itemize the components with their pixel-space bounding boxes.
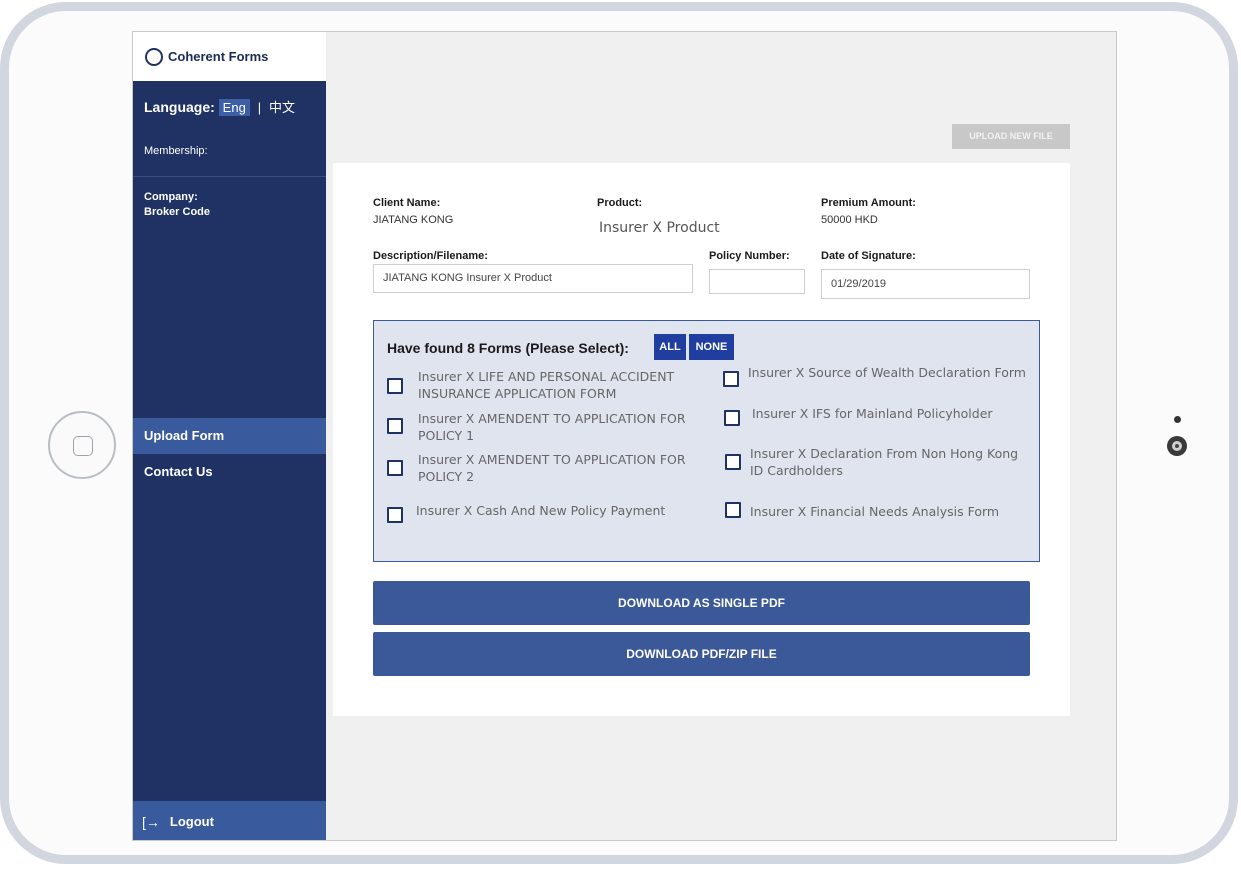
company-info: Company: Broker Code xyxy=(133,177,326,220)
select-all-button[interactable]: ALL xyxy=(654,334,686,360)
form-label-5: Insurer X AMENDENT TO APPLICATION FOR PO… xyxy=(418,452,686,484)
form-checkbox-7[interactable] xyxy=(387,507,403,523)
download-pdf-zip-button[interactable]: DOWNLOAD PDF/ZIP FILE xyxy=(373,632,1030,676)
description-label: Description/Filename: xyxy=(373,250,488,262)
app-screen: Coherent Forms Language: Eng | 中文 Member… xyxy=(132,31,1117,841)
sidebar-item-contact-us[interactable]: Contact Us xyxy=(133,454,326,490)
download-single-pdf-button[interactable]: DOWNLOAD AS SINGLE PDF xyxy=(373,581,1030,625)
form-checkbox-1[interactable] xyxy=(387,378,403,394)
sidebar-nav: Upload Form Contact Us xyxy=(133,418,326,490)
select-none-button[interactable]: NONE xyxy=(689,334,734,360)
upload-new-file-button[interactable]: UPLOAD NEW FILE xyxy=(952,124,1070,149)
broker-code-label: Broker Code xyxy=(144,206,211,218)
form-checkbox-3[interactable] xyxy=(387,418,403,434)
client-name-value: JIATANG KONG xyxy=(373,214,454,226)
policy-number-input[interactable] xyxy=(709,269,805,294)
form-label-7: Insurer X Cash And New Policy Payment xyxy=(416,503,666,518)
brand-header[interactable]: Coherent Forms xyxy=(133,32,326,81)
date-of-signature-label: Date of Signature: xyxy=(821,250,916,262)
home-square-icon xyxy=(73,436,93,456)
camera-icon xyxy=(1167,436,1187,456)
form-label-4: Insurer X IFS for Mainland Policyholder xyxy=(752,406,993,421)
logo-icon xyxy=(145,47,163,66)
company-label: Company: xyxy=(144,191,198,203)
form-label-8: Insurer X Financial Needs Analysis Form xyxy=(750,504,1000,519)
form-checkbox-6[interactable] xyxy=(725,454,741,470)
logout-button[interactable]: [→ Logout xyxy=(133,801,326,840)
sidebar: Coherent Forms Language: Eng | 中文 Member… xyxy=(133,32,326,840)
form-checkbox-5[interactable] xyxy=(387,460,403,476)
sidebar-item-upload-form[interactable]: Upload Form xyxy=(133,418,326,454)
logout-icon: [→ xyxy=(142,813,160,830)
date-of-signature-input[interactable]: 01/29/2019 xyxy=(821,269,1030,299)
brand-name: Coherent Forms xyxy=(168,49,269,64)
policy-number-label: Policy Number: xyxy=(709,250,790,262)
premium-value: 50000 HKD xyxy=(821,214,878,226)
language-separator: | xyxy=(257,100,262,115)
form-checkbox-4[interactable] xyxy=(724,410,740,426)
logout-label: Logout xyxy=(169,814,214,829)
membership-label: Membership: xyxy=(133,133,326,177)
product-label: Product: xyxy=(597,197,643,209)
client-name-label: Client Name: xyxy=(373,197,441,209)
product-value: Insurer X Product xyxy=(599,220,720,236)
form-checkbox-8[interactable] xyxy=(725,502,741,518)
description-input[interactable]: JIATANG KONG Insurer X Product xyxy=(373,264,693,293)
sensor-dot xyxy=(1174,416,1181,423)
form-label-2: Insurer X Source of Wealth Declaration F… xyxy=(748,365,1026,380)
language-eng[interactable]: Eng xyxy=(218,99,250,116)
premium-label: Premium Amount: xyxy=(821,197,916,209)
language-switcher: Language: Eng | 中文 xyxy=(133,81,326,133)
language-label: Language: xyxy=(144,99,215,115)
form-checkbox-2[interactable] xyxy=(723,371,739,387)
form-label-3: Insurer X AMENDENT TO APPLICATION FOR PO… xyxy=(418,411,686,443)
forms-selection-panel: Have found 8 Forms (Please Select): ALL … xyxy=(373,320,1040,562)
home-button[interactable] xyxy=(48,411,116,479)
forms-found-title: Have found 8 Forms (Please Select): xyxy=(387,340,629,356)
form-card: Client Name: JIATANG KONG Product: Insur… xyxy=(333,163,1070,716)
form-label-1: Insurer X LIFE AND PERSONAL ACCIDENT INS… xyxy=(418,369,675,401)
language-chinese[interactable]: 中文 xyxy=(269,100,295,115)
form-label-6: Insurer X Declaration From Non Hong Kong… xyxy=(750,446,1019,478)
